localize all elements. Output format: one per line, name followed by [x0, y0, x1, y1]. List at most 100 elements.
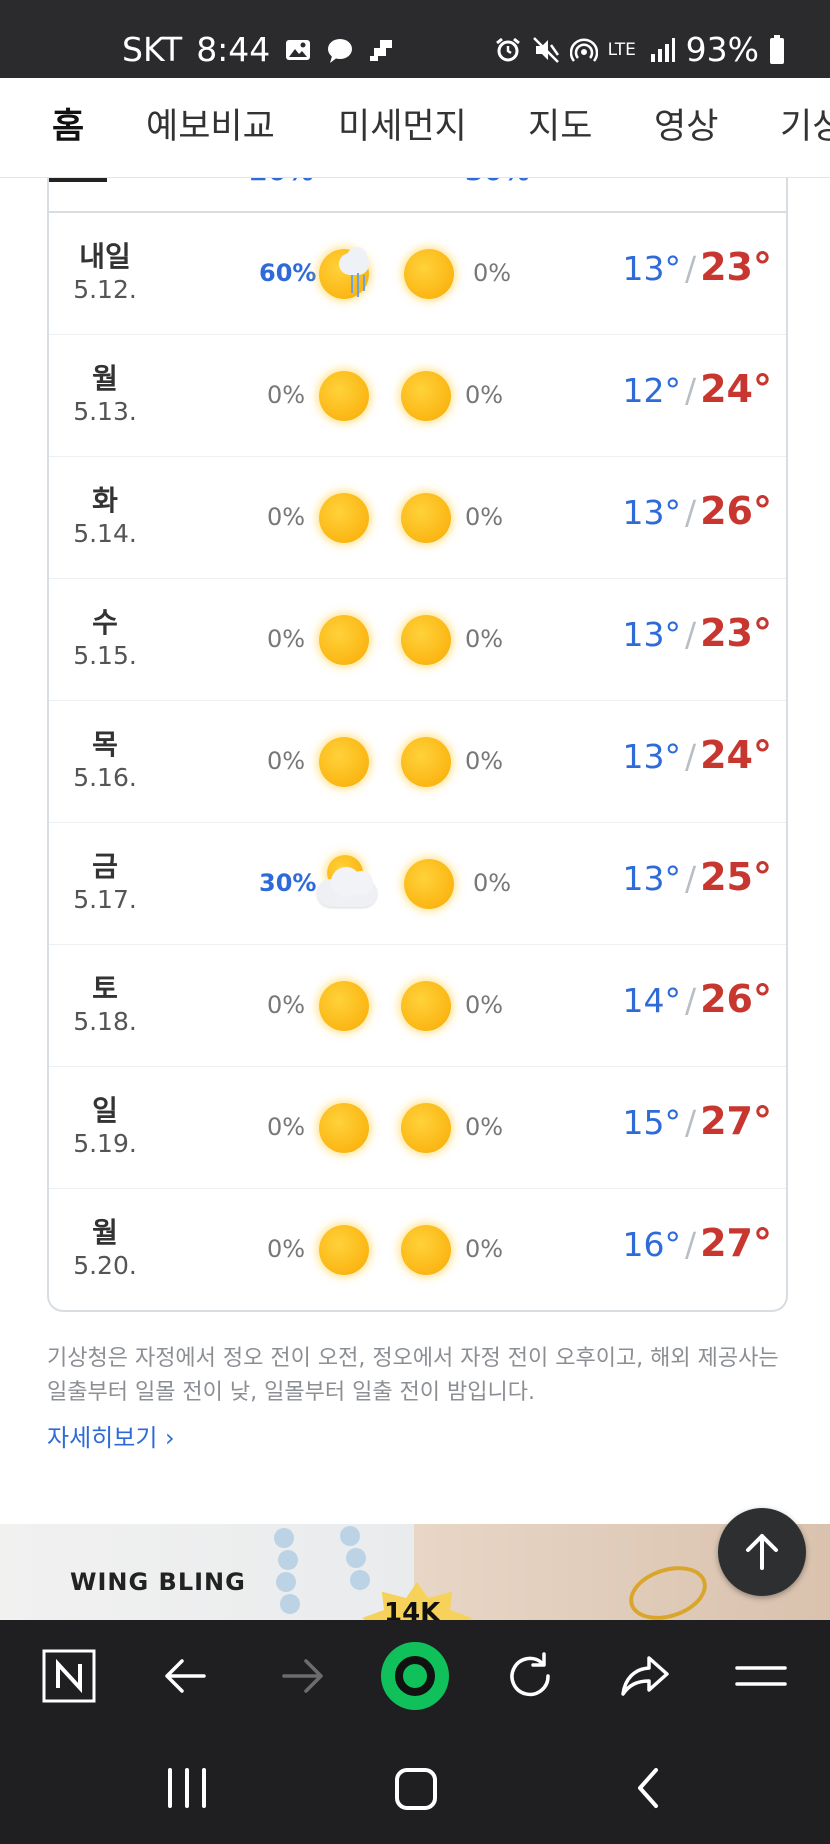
- day-label: 목: [92, 728, 118, 761]
- date-label: 5.17.: [73, 885, 137, 914]
- sun-icon: [317, 491, 371, 545]
- temp-separator: /: [684, 493, 697, 532]
- sun-icon: [317, 735, 371, 789]
- menu-icon[interactable]: [733, 1648, 789, 1704]
- status-right: LTE 93%: [494, 30, 785, 70]
- temperature-range: 15°/27°: [622, 1099, 772, 1143]
- ad-badge-text: 14K: [384, 1598, 441, 1620]
- pm-rain-percent: 0%: [473, 259, 512, 287]
- am-rain-percent: 0%: [267, 747, 306, 775]
- status-left: SKT 8:44: [122, 30, 396, 70]
- system-back-icon[interactable]: [630, 1766, 666, 1810]
- am-rain-percent: 20%: [249, 178, 314, 187]
- temp-separator: /: [684, 981, 697, 1020]
- pm-rain-percent: 0%: [473, 869, 512, 897]
- temp-separator: /: [684, 1225, 697, 1264]
- tab-home[interactable]: 홈: [52, 104, 84, 150]
- pm-rain-percent: 30%: [465, 178, 530, 187]
- date-label: 5.18.: [73, 1007, 137, 1036]
- am-rain-percent: 0%: [267, 381, 306, 409]
- high-temp: 24°: [700, 733, 772, 777]
- forecast-row: 목 5.16. 0% 0% 13°/24°: [49, 701, 786, 823]
- sun-icon: [399, 491, 453, 545]
- forecast-row: 수 5.15. 0% 0% 13°/23°: [49, 579, 786, 701]
- day-label: 금: [92, 850, 118, 883]
- pm-rain-percent: 0%: [465, 1113, 504, 1141]
- temp-separator: /: [684, 615, 697, 654]
- hotspot-icon: [569, 38, 598, 62]
- am-rain-percent: 0%: [267, 625, 306, 653]
- pm-rain-percent: 0%: [465, 747, 504, 775]
- am-rain-percent: 60%: [259, 259, 317, 287]
- chat-icon: [328, 39, 353, 63]
- date-label: 5.14.: [73, 519, 137, 548]
- temperature-range: 13°/25°: [622, 855, 772, 899]
- sun-icon: [399, 613, 453, 667]
- day-label: 내일: [79, 240, 131, 273]
- pm-rain-percent: 0%: [465, 381, 504, 409]
- high-temp: 23°: [700, 611, 772, 655]
- am-rain-percent: 0%: [267, 1113, 306, 1141]
- back-icon[interactable]: [158, 1648, 214, 1704]
- more-details-link[interactable]: 자세히보기 ›: [47, 1418, 175, 1453]
- arrow-up-icon: [746, 1534, 778, 1570]
- tab-bar: 홈 예보비교 미세먼지 지도 영상 기상: [0, 78, 830, 178]
- ad-banner[interactable]: WING BLING 14K: [0, 1524, 830, 1620]
- date-label: 5.16.: [73, 763, 137, 792]
- tab-fine-dust[interactable]: 미세먼지: [338, 104, 467, 150]
- day-label: 월: [92, 1216, 118, 1249]
- forecast-row: 화 5.14. 0% 0% 13°/26°: [49, 457, 786, 579]
- tab-video[interactable]: 영상: [654, 104, 718, 150]
- green-dot-icon[interactable]: [379, 1640, 451, 1712]
- network-label: LTE: [607, 40, 636, 60]
- am-rain-percent: 0%: [267, 1235, 306, 1263]
- low-temp: 13°: [622, 859, 681, 898]
- sun-icon: [402, 247, 456, 301]
- pm-rain-percent: 0%: [465, 503, 504, 531]
- high-temp: 27°: [700, 1221, 772, 1265]
- sun-icon: [399, 369, 453, 423]
- carrier-label: SKT: [122, 30, 183, 69]
- forecast-note: 기상청은 자정에서 정오 전이 오전, 정오에서 자정 전이 오후이고, 해외 …: [47, 1342, 787, 1410]
- temperature-range: 16°/27°: [622, 1221, 772, 1265]
- high-temp: 25°: [700, 855, 772, 899]
- battery-label: 93%: [685, 30, 759, 69]
- notification-icon: [370, 40, 393, 61]
- sun-icon: [399, 979, 453, 1033]
- high-temp: 26°: [700, 489, 772, 533]
- sun-icon: [317, 613, 371, 667]
- active-tab-indicator: [49, 178, 107, 182]
- high-temp: 23°: [700, 245, 772, 289]
- home-icon[interactable]: [393, 1766, 439, 1812]
- tab-weather[interactable]: 기상: [780, 104, 830, 150]
- temperature-range: 13°/26°: [622, 489, 772, 533]
- sun-icon: [317, 979, 371, 1033]
- sun-icon: [402, 857, 456, 911]
- temp-separator: /: [684, 1103, 697, 1142]
- alarm-icon: [495, 37, 520, 62]
- day-label: 토: [92, 972, 118, 1005]
- share-icon[interactable]: [617, 1648, 673, 1704]
- day-label: 일: [92, 1094, 118, 1127]
- day-label: 화: [92, 484, 118, 517]
- clock: 8:44: [196, 30, 271, 69]
- forecast-row: 토 5.18. 0% 0% 14°/26°: [49, 945, 786, 1067]
- bracelet-image: [270, 1524, 390, 1620]
- scroll-top-button[interactable]: [718, 1508, 806, 1596]
- high-temp: 27°: [700, 1099, 772, 1143]
- tab-map[interactable]: 지도: [528, 104, 592, 150]
- forecast-row: 월 5.20. 0% 0% 16°/27°: [49, 1189, 786, 1311]
- recent-apps-icon[interactable]: [162, 1766, 212, 1810]
- note-line-2: 일출부터 일몰 전이 낮, 일몰부터 일출 전이 밤입니다.: [47, 1380, 535, 1405]
- tab-forecast-compare[interactable]: 예보비교: [146, 104, 275, 150]
- naver-icon[interactable]: [41, 1648, 97, 1704]
- status-bar: SKT 8:44 LTE 93%: [0, 0, 830, 78]
- refresh-icon[interactable]: [502, 1648, 558, 1704]
- battery-icon: [770, 35, 784, 64]
- am-rain-percent: 0%: [267, 503, 306, 531]
- pm-rain-percent: 0%: [465, 991, 504, 1019]
- forward-icon[interactable]: [274, 1648, 330, 1704]
- system-nav-bar: [0, 1732, 830, 1844]
- weekly-forecast-card: 20% 30% 내일5.12.60%0%13°/23°월5.13.0%0%12°…: [47, 178, 788, 1312]
- low-temp: 15°: [622, 1103, 681, 1142]
